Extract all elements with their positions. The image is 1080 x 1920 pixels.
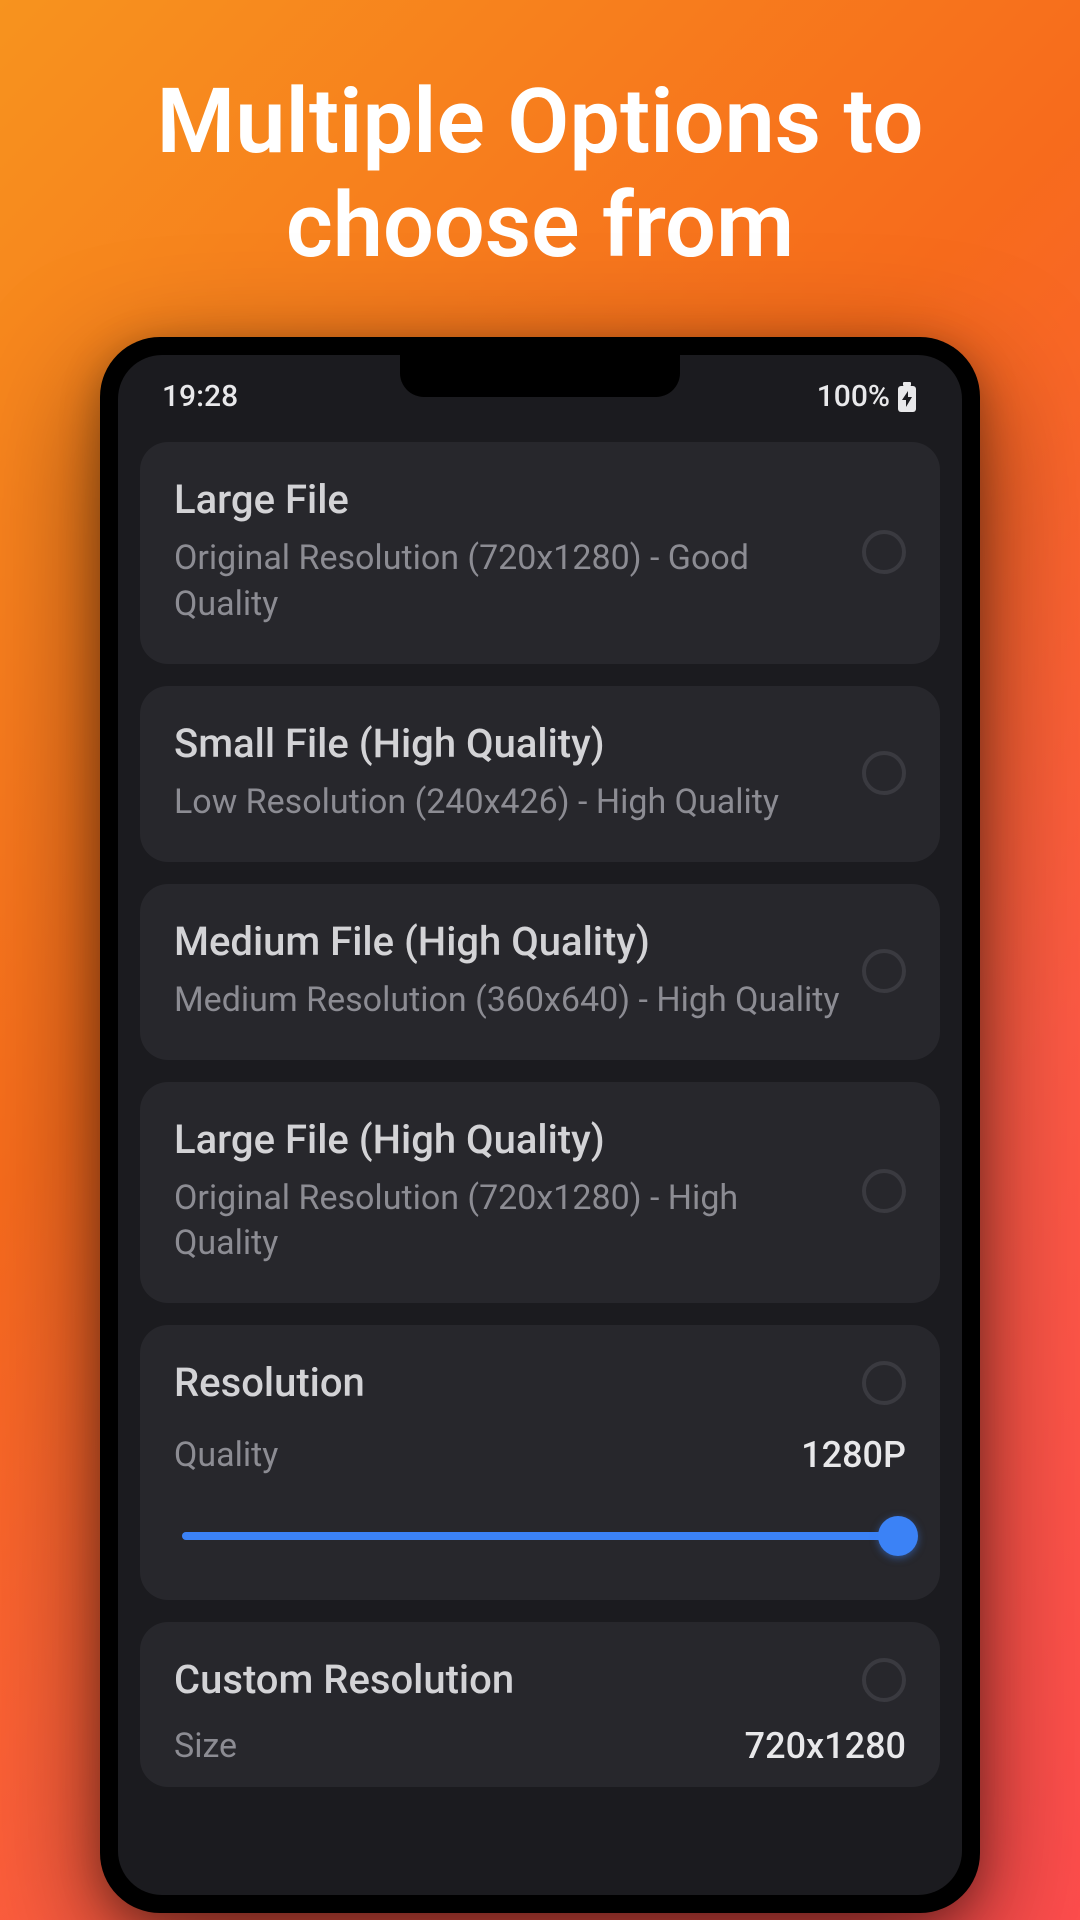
- option-text: Large File (High Quality) Original Resol…: [174, 1116, 842, 1268]
- option-title: Large File (High Quality): [174, 1116, 842, 1164]
- custom-size-value: 720x1280: [745, 1725, 906, 1767]
- option-subtitle: Medium Resolution (360x640) - High Quali…: [174, 978, 842, 1024]
- resolution-quality-value: 1280P: [801, 1434, 906, 1476]
- option-title: Medium File (High Quality): [174, 918, 842, 966]
- resolution-title: Resolution: [174, 1359, 365, 1406]
- option-subtitle: Low Resolution (240x426) - High Quality: [174, 780, 842, 826]
- option-small-file-hq[interactable]: Small File (High Quality) Low Resolution…: [140, 686, 940, 862]
- options-list: Large File Original Resolution (720x1280…: [118, 432, 962, 1787]
- option-resolution[interactable]: Resolution Quality 1280P: [140, 1325, 940, 1600]
- radio-icon[interactable]: [862, 751, 906, 795]
- radio-icon[interactable]: [862, 1658, 906, 1702]
- option-title: Large File: [174, 476, 842, 524]
- slider-fill: [182, 1532, 898, 1540]
- option-subtitle: Original Resolution (720x1280) - Good Qu…: [174, 536, 842, 628]
- option-text: Small File (High Quality) Low Resolution…: [174, 720, 842, 826]
- phone-notch: [400, 355, 680, 397]
- custom-resolution-title: Custom Resolution: [174, 1656, 514, 1703]
- radio-icon[interactable]: [862, 949, 906, 993]
- battery-icon: [896, 382, 918, 412]
- radio-icon[interactable]: [862, 1361, 906, 1405]
- status-time: 19:28: [162, 379, 238, 414]
- quality-slider[interactable]: [182, 1516, 898, 1556]
- page-title: Multiple Options to choose from: [0, 0, 1080, 337]
- option-medium-file-hq[interactable]: Medium File (High Quality) Medium Resolu…: [140, 884, 940, 1060]
- option-text: Medium File (High Quality) Medium Resolu…: [174, 918, 842, 1024]
- option-title: Small File (High Quality): [174, 720, 842, 768]
- status-right: 100%: [817, 379, 918, 414]
- option-text: Large File Original Resolution (720x1280…: [174, 476, 842, 628]
- option-subtitle: Original Resolution (720x1280) - High Qu…: [174, 1176, 842, 1268]
- radio-icon[interactable]: [862, 530, 906, 574]
- status-battery-text: 100%: [817, 379, 890, 414]
- option-large-file[interactable]: Large File Original Resolution (720x1280…: [140, 442, 940, 664]
- resolution-quality-label: Quality: [174, 1435, 278, 1475]
- slider-thumb[interactable]: [878, 1516, 918, 1556]
- phone-frame: 19:28 100% Large File Original Resolutio…: [100, 337, 980, 1913]
- option-large-file-hq[interactable]: Large File (High Quality) Original Resol…: [140, 1082, 940, 1304]
- custom-size-label: Size: [174, 1726, 237, 1766]
- phone-screen: 19:28 100% Large File Original Resolutio…: [118, 355, 962, 1895]
- radio-icon[interactable]: [862, 1169, 906, 1213]
- option-custom-resolution[interactable]: Custom Resolution Size 720x1280: [140, 1622, 940, 1787]
